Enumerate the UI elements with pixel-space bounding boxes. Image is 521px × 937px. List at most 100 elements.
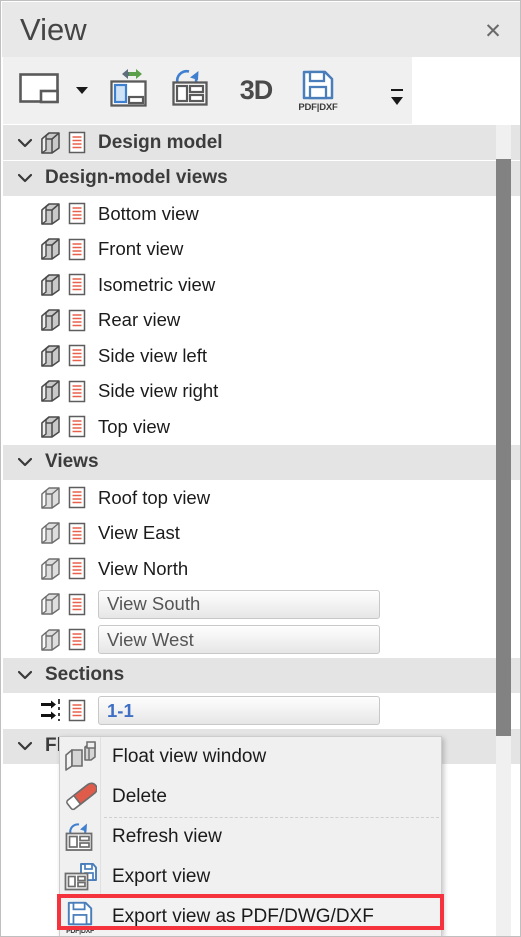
view-box-icon	[39, 592, 63, 616]
menu-item-label: Float view window	[112, 746, 267, 767]
panel-titlebar: View ✕	[2, 2, 520, 57]
chevron-down-icon[interactable]	[17, 170, 33, 186]
view-box-icon	[39, 521, 63, 545]
tree-item-label: Bottom view	[98, 202, 199, 224]
three-d-button[interactable]: 3D	[227, 57, 285, 124]
model-box-icon	[39, 344, 63, 368]
tree-item-1-1[interactable]: 1-1	[3, 693, 520, 728]
chevron-down-icon[interactable]	[17, 454, 33, 470]
document-icon	[66, 486, 88, 510]
menu-item-refresh-view[interactable]: Refresh view	[60, 817, 441, 857]
menu-item-float-view-window[interactable]: Float view window	[60, 737, 441, 777]
view-context-menu: Float view window Delete Refresh view Expor…	[59, 736, 442, 936]
document-icon	[66, 415, 88, 439]
tree-item-view-east[interactable]: View East	[3, 515, 520, 551]
tree-item-label: 1-1	[107, 699, 134, 721]
save-pdf-dxf-icon: PDF|DXF	[298, 69, 338, 113]
tree-group-views[interactable]: Views	[3, 444, 520, 480]
model-box-icon	[39, 202, 63, 226]
tree-item-label: Side view left	[98, 344, 207, 366]
menu-item-label: Delete	[112, 786, 167, 807]
document-icon	[66, 699, 88, 723]
tree-item-view-west[interactable]: View West	[3, 622, 520, 657]
document-icon	[66, 557, 88, 581]
document-icon	[66, 379, 88, 403]
tree-item-rear-view[interactable]: Rear view	[3, 302, 520, 338]
document-icon	[66, 344, 88, 368]
tree-item-top-view[interactable]: Top view	[3, 409, 520, 444]
tree-group-design-model-views[interactable]: Design-model views	[3, 160, 520, 196]
pdf-dxf-label: PDF|DXF	[298, 101, 338, 113]
tree-item-label: View North	[98, 557, 189, 579]
page-title: View	[20, 12, 87, 47]
float-view-window-button[interactable]	[99, 57, 159, 124]
document-icon	[66, 202, 88, 226]
document-icon	[66, 592, 88, 616]
tree-item-roof-top-view[interactable]: Roof top view	[3, 480, 520, 515]
tree-item-label: Top view	[98, 415, 170, 437]
tree-item-label: Isometric view	[98, 273, 216, 295]
save-pdf-dxf-icon: PDF|DXF	[60, 897, 100, 936]
model-box-icon	[39, 379, 63, 403]
view-layout-icon	[19, 72, 59, 109]
view-box-icon	[39, 628, 63, 652]
document-icon	[66, 521, 88, 545]
model-box-icon	[39, 415, 63, 439]
tree-group-sections[interactable]: Sections	[3, 657, 520, 693]
chevron-down-icon	[75, 82, 89, 100]
toolbar-overflow-button[interactable]	[384, 75, 410, 119]
tree-item-label: Roof top view	[98, 486, 211, 508]
menu-item-export-view[interactable]: Export view	[60, 857, 441, 897]
tree-group-label: Sections	[45, 664, 125, 685]
tree-item-label: View East	[98, 522, 180, 543]
chevron-down-icon[interactable]	[17, 667, 33, 683]
model-box-icon	[39, 273, 63, 297]
menu-item-delete[interactable]: Delete	[60, 777, 441, 817]
document-icon	[66, 237, 88, 261]
view-layout-dropdown[interactable]	[69, 57, 95, 124]
tree-item-label: Front view	[98, 238, 184, 259]
tree-item-label: Rear view	[98, 309, 181, 330]
chevron-down-icon[interactable]	[17, 135, 33, 151]
vertical-scrollbar[interactable]	[496, 159, 511, 736]
float-view-window-icon	[106, 67, 152, 114]
model-box-icon	[39, 131, 63, 155]
tree-item-side-view-right[interactable]: Side view right	[3, 373, 520, 409]
menu-item-label: Refresh view	[112, 826, 222, 847]
section-arrows-icon	[39, 698, 63, 723]
view-layout-button[interactable]	[11, 57, 67, 124]
close-icon[interactable]: ✕	[477, 16, 509, 46]
menu-item-label: Export view as PDF/DWG/DXF	[112, 906, 374, 927]
refresh-view-icon	[60, 817, 100, 857]
tree-item-selection[interactable]: 1-1	[98, 696, 380, 725]
menu-item-label: Export view	[112, 866, 211, 887]
view-box-icon	[39, 486, 63, 510]
document-icon	[66, 131, 88, 155]
tree-item-side-view-left[interactable]: Side view left	[3, 338, 520, 373]
menu-item-export-view-as-pdf-dwg-dxf[interactable]: PDF|DXF Export view as PDF/DWG/DXF	[60, 897, 441, 936]
tree-item-selection[interactable]: View South	[98, 589, 380, 619]
export-pdf-dxf-button[interactable]: PDF|DXF	[287, 57, 349, 124]
tree-item-isometric-view[interactable]: Isometric view	[3, 267, 520, 302]
view-box-icon	[39, 557, 63, 581]
tree-item-bottom-view[interactable]: Bottom view	[3, 196, 520, 231]
pdf-dxf-mini-label: PDF|DXF	[66, 927, 94, 935]
tree-item-label: Side view right	[98, 380, 219, 401]
tree-item-label: View West	[107, 628, 194, 650]
tree-item-front-view[interactable]: Front view	[3, 231, 520, 267]
view-panel: View ✕ 3D PDF|DXF Design model Design-mo…	[0, 0, 521, 937]
tree-group-label: Views	[45, 451, 99, 472]
chevron-down-icon[interactable]	[17, 738, 33, 754]
3d-text-icon: 3D	[239, 75, 274, 105]
tree-item-view-south[interactable]: View South	[3, 586, 520, 622]
tree-item-view-north[interactable]: View North	[3, 551, 520, 586]
refresh-view-icon	[169, 67, 217, 114]
tree-group-label: Design-model views	[45, 167, 228, 188]
tree-item-selection[interactable]: View West	[98, 625, 380, 654]
tree-item-label: View South	[107, 593, 201, 614]
document-icon	[66, 628, 88, 652]
document-icon	[66, 308, 88, 332]
tree-group-design-model[interactable]: Design model	[3, 125, 520, 160]
toolbar-strip: 3D PDF|DXF	[3, 57, 412, 124]
refresh-view-button[interactable]	[163, 57, 223, 124]
